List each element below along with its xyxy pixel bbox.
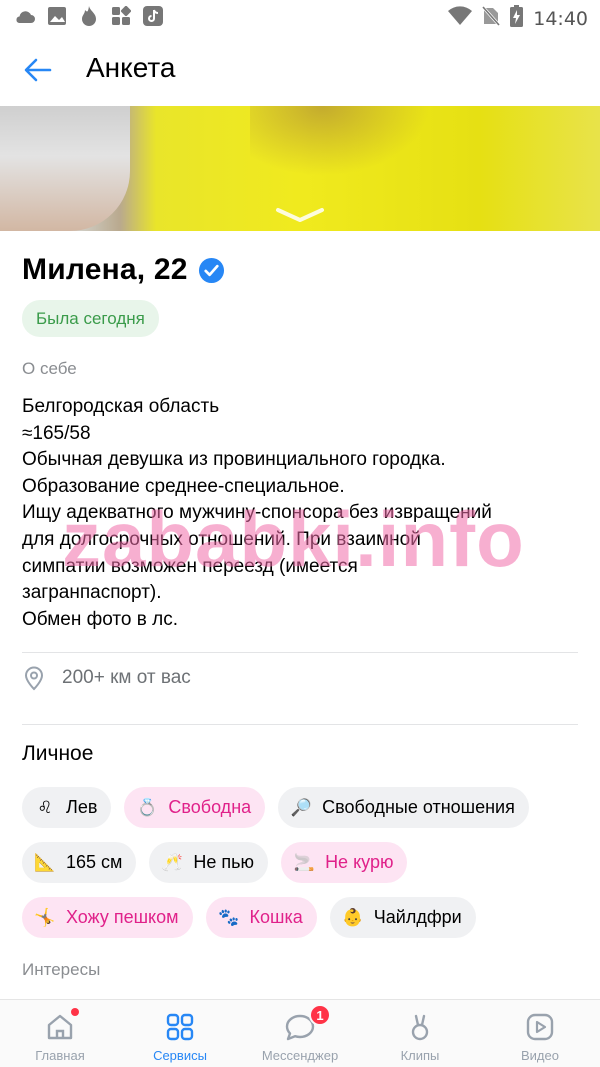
tag-children[interactable]: 👶 Чайлдфри — [329, 897, 476, 938]
interests-section-title: Интересы — [22, 960, 101, 979]
zodiac-leo-icon: ♌ — [37, 797, 53, 817]
fire-icon — [78, 5, 100, 27]
tag-alcohol[interactable]: 🥂 Не пью — [149, 842, 269, 883]
about-line: Обмен фото в лс. — [22, 608, 178, 630]
ruler-icon: 📐 — [34, 852, 56, 872]
tab-clips[interactable]: Клипы — [360, 1000, 480, 1067]
tag-label: Свободные отношения — [322, 797, 515, 817]
gymnast-icon: 🤸 — [34, 907, 56, 927]
status-time: 14:40 — [533, 7, 588, 30]
about-line: Образование среднее-специальное. — [22, 475, 345, 497]
tab-label: Мессенджер — [261, 1048, 339, 1063]
magnifier-icon: 🔎 — [290, 797, 312, 817]
verified-icon — [198, 257, 224, 283]
messenger-icon: 1 — [283, 1004, 331, 1044]
about-label: О себе — [22, 359, 77, 378]
no-sim-icon — [482, 6, 501, 31]
online-status-badge: Была сегодня — [22, 300, 159, 337]
about-line: Ищу адекватного мужчину-спонсора без изв… — [22, 502, 492, 524]
cigarette-icon: 🚬 — [293, 852, 315, 872]
baby-icon: 👶 — [342, 907, 364, 927]
services-icon — [163, 1010, 197, 1044]
profile-photo[interactable] — [0, 106, 600, 231]
about-line: для долгосрочных отношений. При взаимной — [22, 528, 421, 550]
about-line: симпатии возможен переезд (имеется — [22, 555, 358, 577]
apps-icon — [110, 5, 132, 27]
location-pin-icon — [24, 666, 44, 691]
personal-tags: ♌ Лев 💍 Свободна 🔎 Свободные отношения 📐… — [22, 787, 600, 952]
status-bar-system: 14:40 — [448, 5, 588, 32]
tag-row: ♌ Лев 💍 Свободна 🔎 Свободные отношения — [22, 787, 600, 828]
tag-activity[interactable]: 🤸 Хожу пешком — [22, 897, 193, 938]
home-icon — [43, 1008, 79, 1044]
status-bar: 14:40 — [0, 0, 600, 34]
tab-label: Видео — [521, 1048, 559, 1063]
about-line: загранпаспорт). — [22, 582, 162, 604]
paw-icon: 🐾 — [217, 907, 240, 927]
tag-zodiac[interactable]: ♌ Лев — [22, 787, 112, 828]
tag-label: Не курю — [325, 852, 394, 872]
status-bar-notifications — [14, 5, 164, 27]
video-icon — [523, 1010, 557, 1044]
divider — [22, 724, 578, 725]
tag-looking-for[interactable]: 🔎 Свободные отношения — [278, 787, 529, 828]
battery-charging-icon — [510, 5, 524, 32]
tag-row: 📐 165 см 🥂 Не пью 🚬 Не курю — [22, 842, 600, 883]
tab-messenger[interactable]: 1 Мессенджер — [240, 1000, 360, 1067]
tag-label: Лев — [66, 797, 98, 817]
tag-row: 🤸 Хожу пешком 🐾 Кошка 👶 Чайлдфри — [22, 897, 600, 938]
tab-label: Главная — [35, 1048, 85, 1063]
tag-label: Хожу пешком — [66, 907, 179, 927]
about-line: Обычная девушка из провинциального город… — [22, 449, 446, 471]
tag-height[interactable]: 📐 165 см — [22, 842, 137, 883]
tab-label: Клипы — [400, 1048, 440, 1063]
arrow-left-icon — [24, 58, 52, 82]
about-text: Белгородская область ≈165/58 Обычная дев… — [22, 394, 578, 633]
tab-video[interactable]: Видео — [480, 1000, 600, 1067]
expand-photo-button[interactable] — [274, 204, 326, 228]
tab-label: Сервисы — [153, 1048, 207, 1063]
wifi-icon — [448, 6, 473, 31]
tag-relationship-status[interactable]: 💍 Свободна — [124, 787, 266, 828]
tag-label: Свободна — [168, 797, 252, 817]
page-title: Анкета — [86, 52, 176, 83]
tag-smoking[interactable]: 🚬 Не курю — [281, 842, 408, 883]
notification-dot — [71, 1008, 79, 1016]
back-button[interactable] — [18, 52, 58, 88]
tag-label: 165 см — [66, 852, 123, 872]
about-line: Белгородская область — [22, 396, 220, 417]
glasses-icon: 🥂 — [161, 852, 183, 872]
distance-text: 200+ км от вас — [62, 667, 191, 688]
bottom-tab-bar: Главная Сервисы 1 Мессенджер Клипы Видео — [0, 999, 600, 1067]
divider — [22, 652, 578, 653]
tab-home[interactable]: Главная — [0, 1000, 120, 1067]
cloud-icon — [14, 5, 36, 27]
chevron-down-icon — [276, 208, 324, 222]
distance-row: 200+ км от вас — [22, 665, 191, 691]
clips-icon — [403, 1010, 437, 1044]
name-row: Милена, 22 — [22, 253, 225, 287]
unread-badge: 1 — [309, 1004, 331, 1026]
profile-name: Милена, 22 — [22, 253, 188, 286]
tag-label: Кошка — [249, 907, 303, 927]
tag-pet[interactable]: 🐾 Кошка — [205, 897, 317, 938]
tiktok-icon — [142, 5, 164, 27]
personal-section-title: Личное — [22, 742, 94, 765]
tag-label: Чайлдфри — [373, 907, 462, 927]
about-line: ≈165/58 — [22, 422, 91, 444]
ring-icon: 💍 — [136, 797, 158, 817]
image-icon — [46, 5, 68, 27]
tag-label: Не пью — [193, 852, 255, 872]
tab-services[interactable]: Сервисы — [120, 1000, 240, 1067]
app-bar: Анкета — [0, 34, 600, 106]
